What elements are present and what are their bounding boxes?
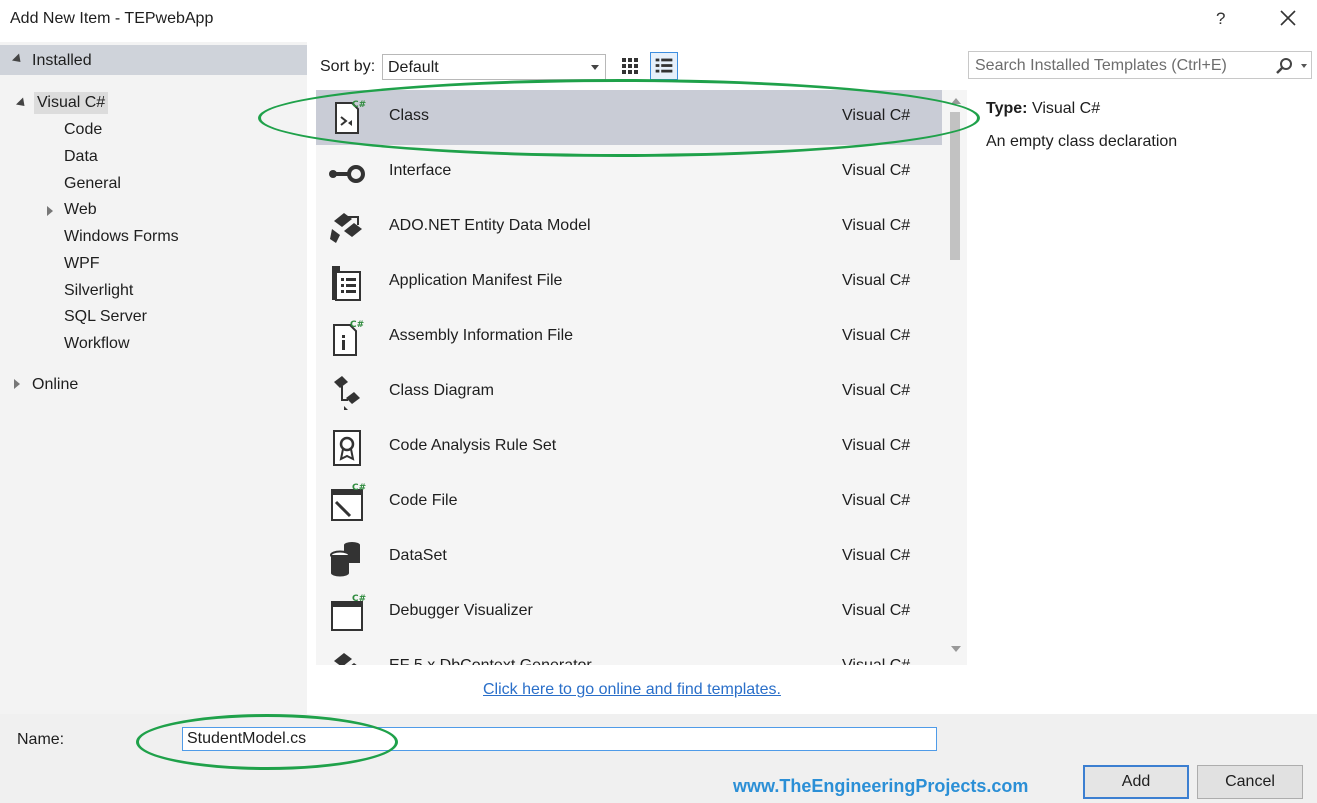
tree-node-online[interactable]: Online bbox=[32, 376, 78, 394]
template-row-interface[interactable]: Interface Visual C# bbox=[316, 145, 942, 200]
template-name: Application Manifest File bbox=[389, 272, 563, 289]
template-name: Code Analysis Rule Set bbox=[389, 437, 557, 454]
tree-node-visual-csharp[interactable]: Visual C# bbox=[34, 92, 109, 114]
svg-text:C#: C# bbox=[352, 483, 366, 493]
template-row-dataset[interactable]: DataSet Visual C# bbox=[316, 530, 942, 585]
scroll-down-icon[interactable] bbox=[951, 646, 961, 652]
template-list[interactable]: C# Class Visual C# Interface Visual C# A… bbox=[316, 90, 967, 665]
template-name: Interface bbox=[389, 162, 452, 179]
template-row-debugger-visualizer[interactable]: C# Debugger Visualizer Visual C# bbox=[316, 585, 942, 640]
watermark-text: www.TheEngineeringProjects.com bbox=[733, 776, 1029, 796]
template-language: Visual C# bbox=[842, 217, 911, 234]
help-button[interactable]: ? bbox=[1216, 9, 1225, 29]
template-row-ado-net[interactable]: ADO.NET Entity Data Model Visual C# bbox=[316, 200, 942, 255]
collapse-arrow-icon[interactable] bbox=[47, 206, 53, 216]
sort-label: Sort by: bbox=[320, 58, 376, 75]
tree-node-sql-server[interactable]: SQL Server bbox=[64, 308, 147, 326]
type-label: Type: bbox=[986, 100, 1028, 117]
category-panel: Installed Visual C# Code Data General We… bbox=[0, 42, 307, 714]
template-language: Visual C# bbox=[842, 162, 911, 179]
svg-text:C#: C# bbox=[352, 594, 366, 604]
tree-node-wpf[interactable]: WPF bbox=[64, 255, 100, 273]
svg-text:C#: C# bbox=[350, 320, 364, 330]
tree-node-installed[interactable]: Installed bbox=[0, 45, 307, 75]
template-language: Visual C# bbox=[842, 272, 911, 289]
template-name: EF 5.x DbContext Generator bbox=[389, 657, 592, 665]
search-placeholder: Search Installed Templates (Ctrl+E) bbox=[975, 57, 1227, 74]
name-label: Name: bbox=[17, 731, 65, 748]
template-language: Visual C# bbox=[842, 327, 911, 344]
expand-arrow-icon[interactable] bbox=[11, 53, 25, 66]
manifest-icon bbox=[332, 266, 361, 301]
template-name: ADO.NET Entity Data Model bbox=[389, 217, 591, 234]
template-row-assembly-info[interactable]: C# Assembly Information File Visual C# bbox=[316, 310, 942, 365]
name-input[interactable] bbox=[182, 727, 937, 751]
expand-arrow-icon[interactable] bbox=[15, 97, 29, 110]
sort-dropdown[interactable]: Default bbox=[382, 54, 606, 80]
code-file-icon: C# bbox=[331, 483, 366, 521]
tree-node-web[interactable]: Web bbox=[64, 201, 97, 219]
template-language: Visual C# bbox=[842, 437, 911, 454]
class-icon: C# bbox=[335, 100, 366, 134]
search-icon[interactable] bbox=[1274, 56, 1296, 76]
template-description: An empty class declaration bbox=[986, 133, 1178, 150]
search-input[interactable]: Search Installed Templates (Ctrl+E) bbox=[968, 51, 1312, 79]
class-diagram-icon bbox=[334, 376, 360, 410]
rule-set-icon bbox=[333, 430, 361, 466]
online-templates-link[interactable]: Click here to go online and find templat… bbox=[483, 681, 781, 699]
interface-icon bbox=[329, 165, 365, 183]
assembly-info-icon: C# bbox=[333, 320, 364, 356]
debugger-visualizer-icon: C# bbox=[331, 594, 366, 631]
svg-text:C#: C# bbox=[352, 100, 366, 110]
cancel-button[interactable]: Cancel bbox=[1197, 765, 1303, 799]
tree-node-windows-forms[interactable]: Windows Forms bbox=[64, 228, 179, 246]
tree-node-silverlight[interactable]: Silverlight bbox=[64, 282, 133, 300]
installed-label: Installed bbox=[32, 52, 92, 69]
template-language: Visual C# bbox=[842, 107, 911, 124]
ef-generator-icon bbox=[334, 653, 357, 665]
title-bar: Add New Item - TEPwebApp ? bbox=[0, 0, 1317, 42]
template-type: Type: Visual C# bbox=[986, 100, 1100, 118]
tree-node-code[interactable]: Code bbox=[64, 121, 102, 139]
chevron-down-icon bbox=[591, 65, 599, 70]
template-language: Visual C# bbox=[842, 602, 911, 619]
tree-node-general[interactable]: General bbox=[64, 175, 121, 193]
scrollbar-thumb[interactable] bbox=[950, 112, 960, 260]
tree-node-data[interactable]: Data bbox=[64, 148, 98, 166]
scroll-up-icon[interactable] bbox=[951, 98, 961, 104]
template-language: Visual C# bbox=[842, 382, 911, 399]
template-language: Visual C# bbox=[842, 547, 911, 564]
template-row-class-diagram[interactable]: Class Diagram Visual C# bbox=[316, 365, 942, 420]
template-name: Assembly Information File bbox=[389, 327, 574, 344]
add-button[interactable]: Add bbox=[1083, 765, 1189, 799]
template-name: Class Diagram bbox=[389, 382, 494, 399]
collapse-arrow-icon[interactable] bbox=[14, 379, 20, 389]
template-row-rule-set[interactable]: Code Analysis Rule Set Visual C# bbox=[316, 420, 942, 475]
template-name: Debugger Visualizer bbox=[389, 602, 533, 619]
vertical-scrollbar[interactable] bbox=[944, 90, 967, 665]
template-name: Code File bbox=[389, 492, 458, 509]
template-row-ef-generator[interactable]: EF 5.x DbContext Generator Visual C# bbox=[316, 640, 942, 665]
type-value: Visual C# bbox=[1031, 100, 1101, 117]
tree-node-workflow[interactable]: Workflow bbox=[64, 335, 130, 353]
template-language: Visual C# bbox=[842, 657, 910, 665]
grid-view-icon[interactable] bbox=[616, 52, 644, 80]
list-view-icon[interactable] bbox=[650, 52, 678, 80]
chevron-down-icon[interactable] bbox=[1301, 64, 1307, 68]
window-title: Add New Item - TEPwebApp bbox=[10, 10, 214, 27]
template-name: DataSet bbox=[389, 547, 447, 564]
template-language: Visual C# bbox=[842, 492, 911, 509]
template-row-class[interactable]: C# Class Visual C# bbox=[316, 90, 942, 145]
template-name: Class bbox=[389, 107, 430, 124]
dataset-icon bbox=[330, 542, 360, 577]
template-row-manifest[interactable]: Application Manifest File Visual C# bbox=[316, 255, 942, 310]
sort-value: Default bbox=[388, 59, 439, 76]
entity-model-icon bbox=[330, 213, 362, 243]
close-icon[interactable] bbox=[1276, 6, 1300, 30]
template-row-code-file[interactable]: C# Code File Visual C# bbox=[316, 475, 942, 530]
